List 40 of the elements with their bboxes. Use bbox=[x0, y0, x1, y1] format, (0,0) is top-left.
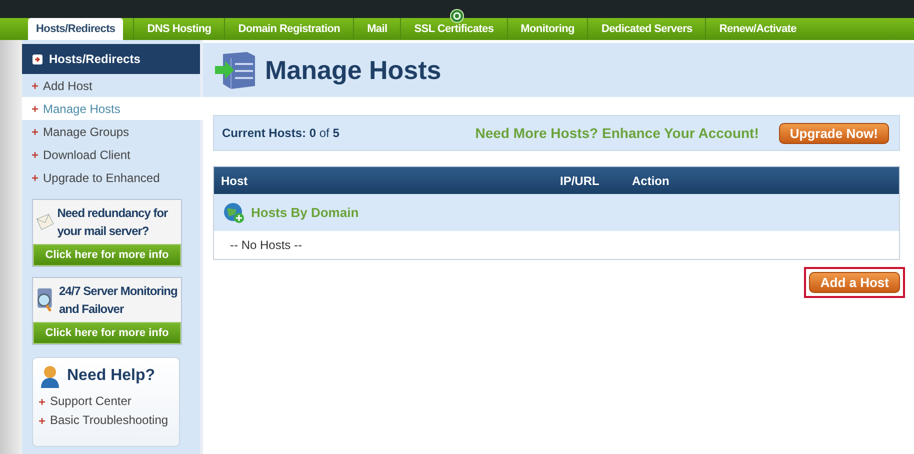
add-host-button[interactable]: Add a Host bbox=[809, 272, 900, 293]
globe-icon bbox=[223, 202, 245, 224]
help-icon[interactable] bbox=[450, 9, 464, 23]
help-link[interactable]: Support Center bbox=[50, 392, 132, 411]
promo-text: 24/7 Server Monitoring and Failover bbox=[58, 283, 178, 318]
page-title: Manage Hosts bbox=[265, 54, 442, 86]
empty-message: -- No Hosts -- bbox=[230, 238, 302, 252]
bullet-icon bbox=[39, 418, 45, 424]
sidebar-item[interactable]: Manage Groups bbox=[43, 124, 130, 138]
arrow-icon bbox=[32, 54, 43, 64]
sidebar-item[interactable]: Download Client bbox=[43, 148, 130, 162]
nav-tab[interactable]: Renew/Activate bbox=[705, 18, 810, 40]
help-title: Need Help? bbox=[67, 367, 156, 385]
bullet-icon bbox=[32, 174, 38, 180]
support-agent-icon bbox=[39, 364, 61, 388]
sidebar-title: Hosts/Redirects bbox=[49, 52, 140, 66]
nav-tab[interactable]: Domain Registration bbox=[224, 18, 354, 40]
sidebar-item[interactable]: Upgrade to Enhanced bbox=[43, 170, 160, 184]
help-link[interactable]: Basic Troubleshooting bbox=[50, 411, 168, 430]
group-label: Hosts By Domain bbox=[251, 205, 359, 220]
nav-tab[interactable]: Mail bbox=[353, 18, 400, 40]
bullet-icon bbox=[32, 128, 38, 134]
nav-tab[interactable]: SSL Certificates bbox=[400, 18, 507, 40]
host-count: Current Hosts: 0 of 5 bbox=[222, 126, 340, 140]
sidebar-item[interactable]: Add Host bbox=[43, 78, 92, 92]
bullet-icon bbox=[32, 82, 38, 88]
bullet-icon bbox=[32, 152, 38, 158]
promo-message: Need More Hosts? Enhance Your Account! bbox=[475, 125, 759, 141]
bullet-icon bbox=[39, 398, 45, 404]
upgrade-button[interactable]: Upgrade Now! bbox=[778, 122, 889, 144]
column-header: Action bbox=[632, 174, 670, 188]
column-header: Host bbox=[220, 174, 249, 188]
nav-tab[interactable]: Hosts/Redirects bbox=[28, 18, 124, 40]
nav-tab[interactable]: Dedicated Servers bbox=[587, 18, 706, 40]
nav-tab[interactable]: Monitoring bbox=[506, 18, 588, 40]
column-header: IP/URL bbox=[560, 174, 600, 188]
more-info-button[interactable]: Click here for more info bbox=[33, 322, 181, 344]
promo-text: Need redundancy for your mail server? bbox=[57, 205, 169, 240]
bullet-icon bbox=[32, 106, 38, 112]
more-info-button[interactable]: Click here for more info bbox=[33, 244, 181, 266]
